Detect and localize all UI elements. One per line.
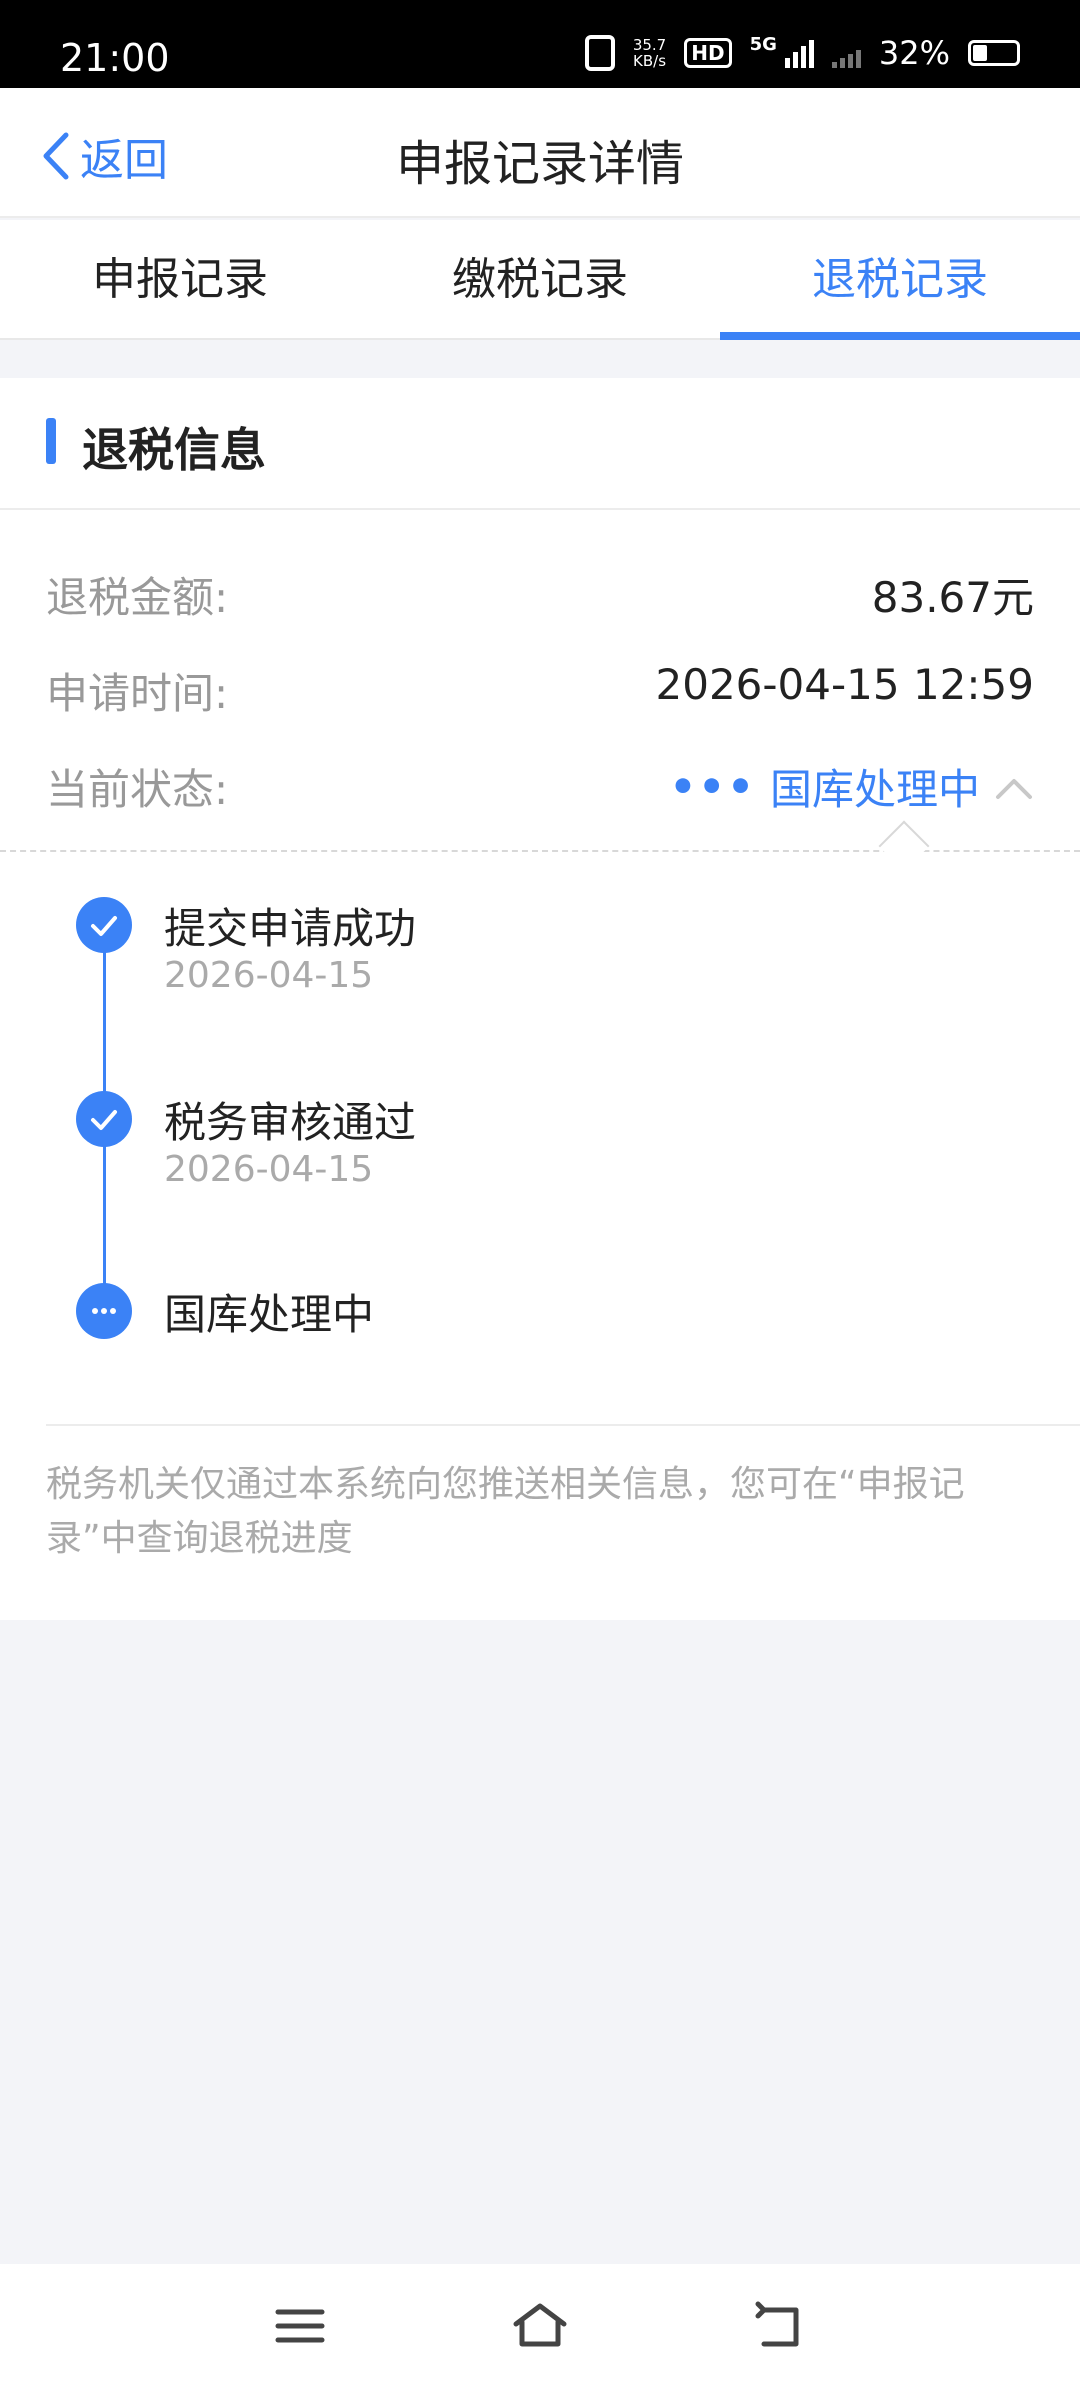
- status-bar: 21:00 35.7 KB/s HD 5G 32%: [0, 0, 1080, 88]
- back-icon: [755, 2301, 799, 2347]
- home-icon: [513, 2303, 567, 2347]
- menu-icon: [275, 2309, 325, 2343]
- network-type: 5G: [749, 33, 777, 55]
- signal-2-icon: [831, 38, 861, 68]
- step-date: 2026-04-15: [164, 955, 374, 996]
- section-accent-bar: [46, 418, 56, 464]
- status-toggle[interactable]: ••• 国库处理中: [669, 756, 1034, 817]
- current-status-value: 国库处理中: [769, 765, 980, 814]
- tab-declaration-records[interactable]: 申报记录: [0, 220, 360, 338]
- network-speed: 35.7 KB/s: [633, 37, 666, 69]
- apply-time-row: 申请时间: 2026-04-15 12:59: [46, 660, 1034, 720]
- status-icons: 35.7 KB/s HD 5G 32%: [584, 33, 1020, 72]
- chevron-up-icon: [994, 773, 1034, 801]
- back-nav-button[interactable]: [750, 2300, 810, 2352]
- apply-time-label: 申请时间:: [46, 669, 229, 718]
- tab-payment-records[interactable]: 缴税记录: [360, 220, 720, 338]
- vibrate-icon: [584, 35, 615, 71]
- network-speed-unit: KB/s: [633, 52, 667, 70]
- current-status-label: 当前状态:: [46, 765, 229, 814]
- apply-time-value: 2026-04-15 12:59: [655, 660, 1034, 709]
- status-time: 21:00: [60, 36, 170, 80]
- hd-icon: HD: [684, 38, 732, 68]
- network-speed-value: 35.7: [632, 36, 667, 54]
- record-tabs: 申报记录 缴税记录 退税记录: [0, 220, 1080, 340]
- popover-notch: [878, 820, 930, 872]
- refund-amount-label: 退税金额:: [46, 573, 229, 622]
- more-dots-icon: •••: [669, 762, 756, 811]
- in-progress-dots-icon: [76, 1283, 132, 1339]
- section-header: 退税信息: [0, 378, 1080, 510]
- app-header: 返回 申报记录详情: [0, 88, 1080, 218]
- refund-info-card: 退税信息 退税金额: 83.67元 申请时间: 2026-04-15 12:59…: [0, 378, 1080, 1620]
- system-nav-bar: [0, 2264, 1080, 2388]
- page-title: 申报记录详情: [395, 136, 684, 192]
- info-note: 税务机关仅通过本系统向您推送相关信息，您可在“申报记录”中查询退税进度: [46, 1464, 965, 1559]
- tab-refund-records[interactable]: 退税记录: [720, 220, 1080, 340]
- battery-icon: [968, 40, 1020, 66]
- current-status-row: 当前状态: ••• 国库处理中: [46, 756, 1034, 816]
- check-icon: [76, 897, 132, 953]
- refund-amount-row: 退税金额: 83.67元: [46, 564, 1034, 624]
- refund-amount-value: 83.67元: [871, 573, 1034, 622]
- step-date: 2026-04-15: [164, 1149, 374, 1190]
- signal-icon: [784, 38, 814, 68]
- step-title: 税务审核通过: [164, 1098, 417, 1147]
- step-title: 国库处理中: [164, 1290, 375, 1339]
- step-title: 提交申请成功: [164, 904, 417, 953]
- menu-button[interactable]: [270, 2300, 330, 2352]
- divider: [46, 1424, 1080, 1426]
- home-button[interactable]: [510, 2300, 570, 2352]
- battery-percent: 32%: [878, 34, 950, 72]
- check-icon: [76, 1091, 132, 1147]
- section-title: 退税信息: [82, 423, 266, 477]
